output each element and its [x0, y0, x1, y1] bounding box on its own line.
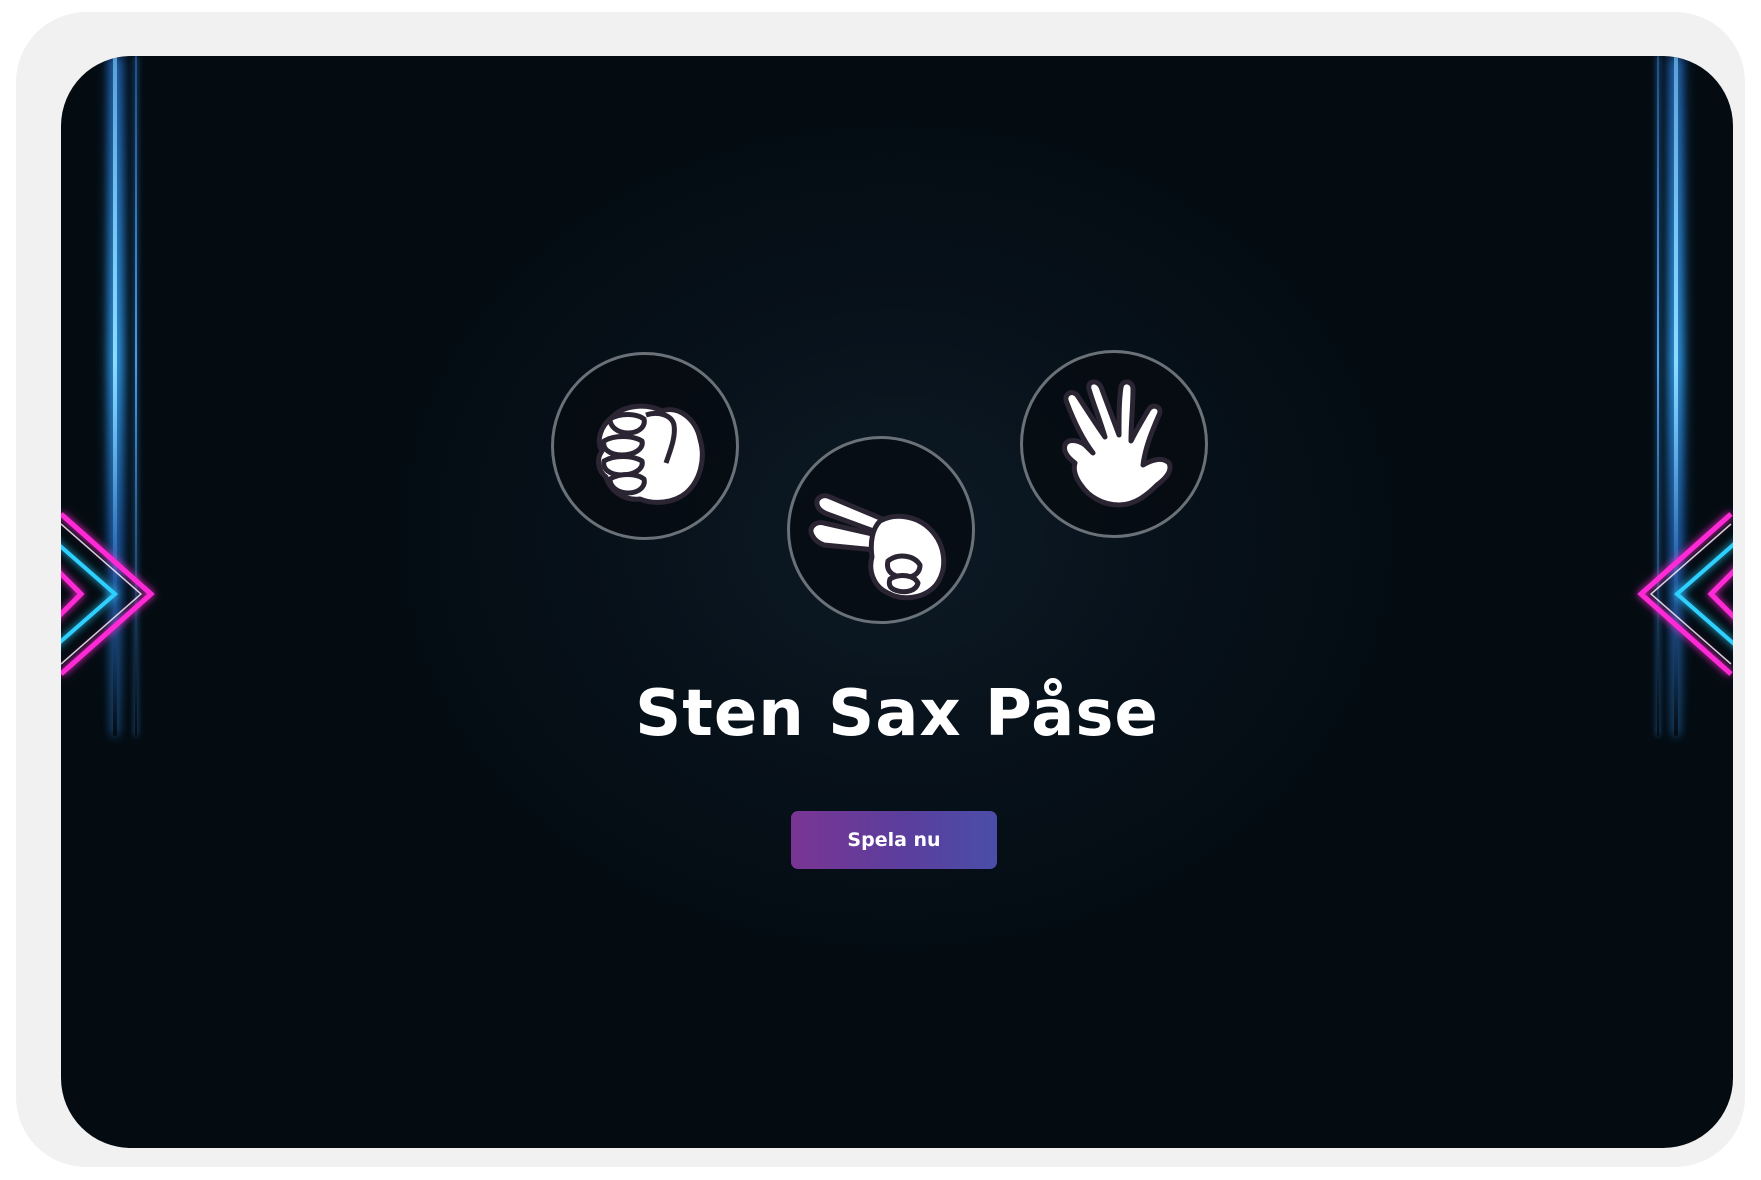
scissors-choice-button[interactable] — [787, 436, 975, 624]
paper-choice-button[interactable] — [1020, 350, 1208, 538]
game-title: Sten Sax Påse — [635, 677, 1159, 751]
fist-icon — [596, 403, 705, 505]
game-screen: Sten Sax Påse Spela nu — [61, 56, 1733, 1148]
play-now-button[interactable]: Spela nu — [791, 811, 997, 869]
device-frame: Sten Sax Påse Spela nu — [16, 12, 1745, 1167]
open-hand-icon — [1062, 379, 1173, 508]
rock-choice-button[interactable] — [551, 352, 739, 540]
hand-choices — [61, 56, 1733, 1148]
peace-sign-icon — [808, 493, 947, 601]
